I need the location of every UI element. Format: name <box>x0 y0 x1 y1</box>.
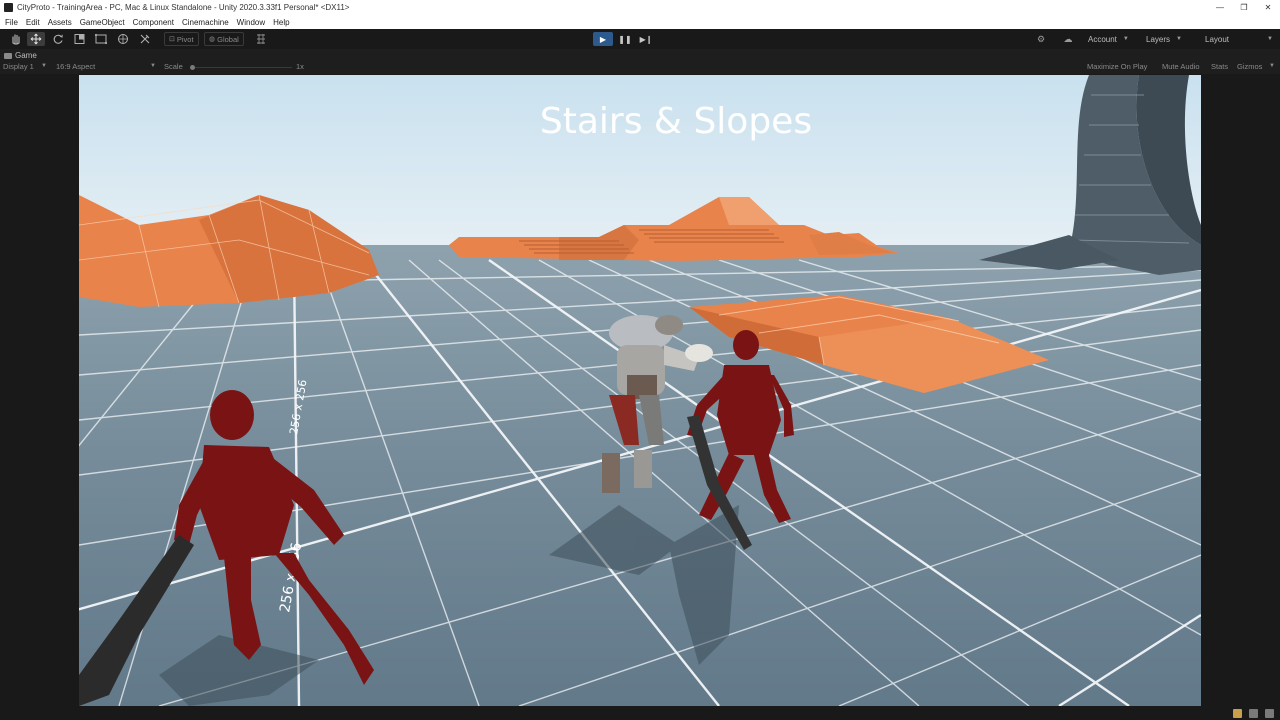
rect-tool-icon[interactable] <box>92 32 110 46</box>
unity-app-icon <box>4 3 13 12</box>
main-toolbar: ⊡ Pivot ◍ Global ▶ ❚❚ ▶❙ ⚙ ☁ Account ▼ L… <box>0 29 1280 49</box>
account-label: Account <box>1088 34 1117 44</box>
game-view-toolbar: Display 1 ▼ 16:9 Aspect ▼ Scale 1x Maxim… <box>0 61 1280 74</box>
progress-icon[interactable] <box>1249 709 1258 718</box>
step-icon[interactable]: ▶❙ <box>636 32 656 46</box>
gizmos-dropdown[interactable]: Gizmos <box>1237 62 1262 71</box>
layers-chevron-down-icon: ▼ <box>1176 36 1182 42</box>
debug-mode-icon[interactable] <box>1265 709 1274 718</box>
menu-assets[interactable]: Assets <box>48 18 72 27</box>
window-controls: — ❐ ✕ <box>1208 0 1280 15</box>
menu-help[interactable]: Help <box>273 18 289 27</box>
display-dropdown[interactable]: Display 1 <box>3 62 34 71</box>
warning-icon[interactable] <box>1233 709 1242 718</box>
close-button[interactable]: ✕ <box>1256 0 1280 15</box>
gizmos-chevron-down-icon: ▼ <box>1269 63 1275 69</box>
cloud-icon[interactable]: ☁ <box>1061 32 1075 46</box>
grid-snap-icon[interactable] <box>252 32 270 46</box>
move-tool-icon[interactable] <box>27 32 45 46</box>
global-icon: ◍ <box>209 36 216 43</box>
scale-tool-icon[interactable] <box>71 32 89 46</box>
scale-value: 1x <box>296 62 304 71</box>
game-view-icon <box>4 52 12 59</box>
mute-audio-toggle[interactable]: Mute Audio <box>1162 62 1200 71</box>
layout-chevron-down-icon: ▼ <box>1267 36 1273 42</box>
menu-bar: File Edit Assets GameObject Component Ci… <box>0 15 1280 29</box>
window-title: CityProto - TrainingArea - PC, Mac & Lin… <box>17 3 350 12</box>
pivot-toggle[interactable]: ⊡ Pivot <box>164 32 199 46</box>
tab-game[interactable]: Game <box>4 50 37 61</box>
collab-icon[interactable]: ⚙ <box>1034 32 1048 46</box>
menu-component[interactable]: Component <box>133 18 174 27</box>
layout-label: Layout <box>1205 34 1230 44</box>
minimize-button[interactable]: — <box>1208 0 1232 15</box>
transform-tool-icon[interactable] <box>114 32 132 46</box>
menu-cinemachine[interactable]: Cinemachine <box>182 18 229 27</box>
window-title-bar: CityProto - TrainingArea - PC, Mac & Lin… <box>0 0 1280 15</box>
layers-label: Layers <box>1146 34 1171 44</box>
menu-gameobject[interactable]: GameObject <box>80 18 125 27</box>
scale-slider-track[interactable] <box>192 67 292 68</box>
scene-render: Stairs & Slopes 256 x 256 256 x 256 <box>79 75 1201 706</box>
pivot-icon: ⊡ <box>169 36 175 43</box>
aspect-dropdown[interactable]: 16:9 Aspect <box>56 62 95 71</box>
global-label: Global <box>217 34 239 44</box>
display-chevron-down-icon: ▼ <box>41 63 47 69</box>
status-bar <box>0 706 1280 720</box>
play-controls: ▶ ❚❚ ▶❙ <box>593 32 659 46</box>
stairs-and-slopes-sign: Stairs & Slopes <box>540 101 812 142</box>
menu-window[interactable]: Window <box>237 18 265 27</box>
scale-label: Scale <box>164 62 183 71</box>
custom-tool-icon[interactable] <box>136 32 154 46</box>
restore-button[interactable]: ❐ <box>1232 0 1256 15</box>
game-tab-strip: Game <box>0 49 1280 61</box>
layers-dropdown[interactable]: Layers ▼ <box>1146 32 1182 46</box>
hand-tool-icon[interactable] <box>7 32 25 46</box>
scale-slider-handle[interactable] <box>190 65 195 70</box>
layout-dropdown[interactable]: Layout ▼ <box>1205 32 1273 46</box>
game-viewport[interactable]: Stairs & Slopes 256 x 256 256 x 256 <box>79 75 1201 706</box>
global-toggle[interactable]: ◍ Global <box>204 32 244 46</box>
rotate-tool-icon[interactable] <box>49 32 67 46</box>
pause-icon[interactable]: ❚❚ <box>615 32 635 46</box>
stats-toggle[interactable]: Stats <box>1211 62 1228 71</box>
game-tab-label: Game <box>15 51 37 60</box>
menu-edit[interactable]: Edit <box>26 18 40 27</box>
aspect-chevron-down-icon: ▼ <box>150 63 156 69</box>
pivot-label: Pivot <box>176 34 194 44</box>
account-chevron-down-icon: ▼ <box>1122 36 1129 42</box>
play-icon[interactable]: ▶ <box>593 32 613 46</box>
maximize-on-play-toggle[interactable]: Maximize On Play <box>1087 62 1147 71</box>
menu-file[interactable]: File <box>5 18 18 27</box>
account-dropdown[interactable]: Account ▼ <box>1088 32 1129 46</box>
